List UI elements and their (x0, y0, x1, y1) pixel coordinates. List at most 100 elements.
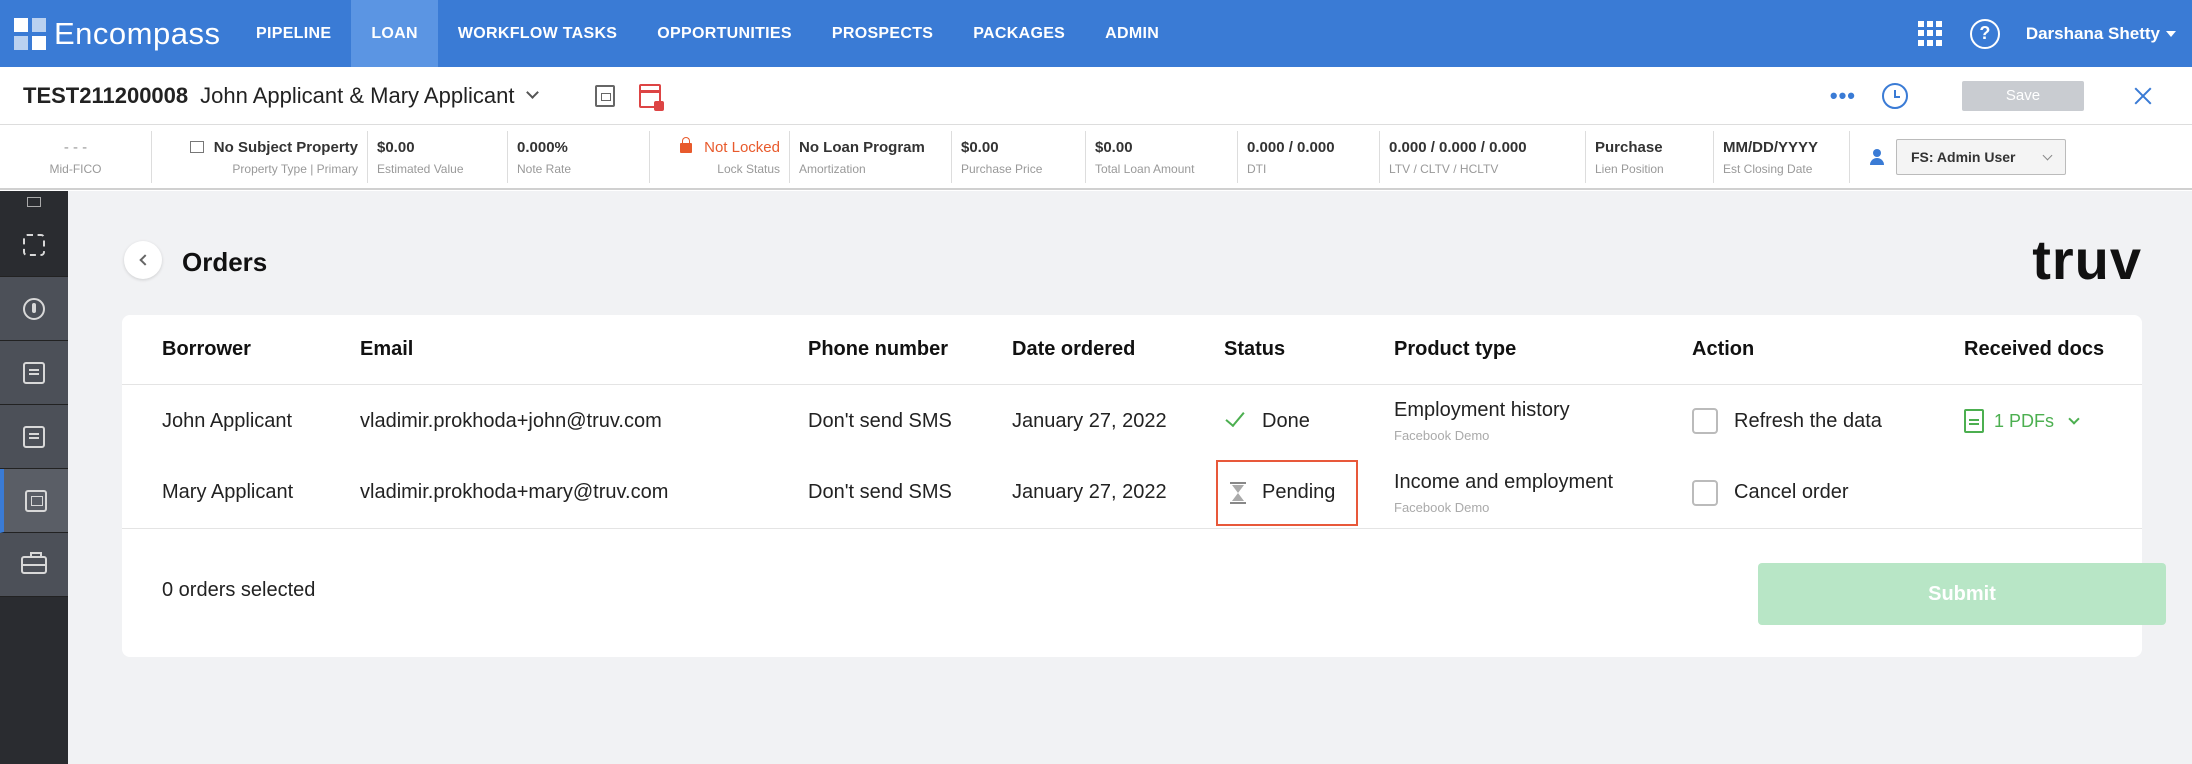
product-cell: Employment history Facebook Demo (1394, 399, 1570, 443)
checkmark-icon (1225, 406, 1245, 428)
page-title: Orders (182, 247, 268, 277)
received-docs-dropdown[interactable]: 1 PDFs (1964, 385, 2080, 457)
back-button[interactable] (124, 241, 162, 279)
alert-document-icon[interactable] (639, 83, 665, 111)
col-phone: Phone number (808, 338, 949, 360)
status-pending: Pending (1216, 457, 1358, 528)
email-cell: vladimir.prokhoda+mary@truv.com (360, 481, 669, 503)
close-icon[interactable] (2134, 87, 2152, 105)
nav-workflow-tasks[interactable]: WORKFLOW TASKS (438, 0, 637, 67)
selected-count: 0 orders selected (162, 579, 316, 601)
nav-packages[interactable]: PACKAGES (953, 0, 1085, 67)
note-rate: 0.000% Note Rate (508, 131, 650, 183)
persona-select[interactable]: FS: Admin User (1896, 139, 2066, 175)
product-cell: Income and employment Facebook Demo (1394, 470, 1614, 515)
loan-summary-strip: - - - Mid-FICO No Subject Property Prope… (0, 126, 2192, 190)
col-status: Status (1224, 338, 1286, 360)
submit-button[interactable]: Submit (1758, 563, 2166, 625)
pdf-file-icon (1964, 409, 1984, 433)
borrower-cell: Mary Applicant (162, 481, 294, 503)
pending-highlight: Pending (1216, 459, 1358, 526)
col-borrower: Borrower (162, 338, 251, 360)
nav-loan[interactable]: LOAN (351, 0, 438, 67)
forms-icon (23, 361, 45, 384)
save-button[interactable]: Save (1962, 80, 2084, 111)
encompass-logo-icon (14, 17, 46, 50)
hourglass-icon (1230, 481, 1246, 504)
cancel-checkbox[interactable] (1692, 479, 1718, 506)
chevron-down-icon (2042, 150, 2053, 160)
rail-business[interactable] (0, 533, 68, 597)
borrower-names[interactable]: John Applicant & Mary Applicant (200, 83, 514, 109)
refresh-checkbox[interactable] (1692, 408, 1718, 434)
table-row: John Applicant vladimir.prokhoda+john@tr… (122, 385, 2142, 457)
caret-down-icon (2166, 30, 2176, 37)
table-header: Borrower Email Phone number Date ordered… (122, 315, 2142, 385)
rail-forms[interactable] (0, 341, 68, 405)
swap-icon (23, 233, 45, 256)
rail-documents[interactable] (0, 405, 68, 469)
user-menu[interactable]: Darshana Shetty (2026, 24, 2176, 44)
top-nav: Encompass PIPELINE LOAN WORKFLOW TASKS O… (0, 0, 2192, 67)
more-options-icon[interactable]: ••• (1830, 83, 1856, 109)
loan-header: TEST211200008 John Applicant & Mary Appl… (0, 67, 2192, 125)
lock-icon (680, 136, 693, 153)
brand-name: Encompass (54, 15, 221, 51)
monitor-icon (25, 489, 47, 512)
document-icon[interactable] (595, 84, 616, 107)
col-action: Action (1692, 338, 1755, 360)
rail-services[interactable] (0, 277, 68, 341)
brand[interactable]: Encompass (0, 0, 236, 67)
chevron-down-icon[interactable] (526, 86, 540, 99)
ltv-cltv-hcltv: 0.000 / 0.000 / 0.000 LTV / CLTV / HCLTV (1380, 131, 1586, 183)
person-icon (1870, 149, 1884, 165)
cancel-order-action[interactable]: Cancel order (1692, 457, 1849, 528)
briefcase-icon (21, 551, 47, 574)
refresh-data-action[interactable]: Refresh the data (1692, 385, 1882, 457)
total-loan-amount: $0.00 Total Loan Amount (1086, 131, 1238, 183)
panel-toggle-icon (27, 197, 41, 207)
collapse-rail[interactable] (0, 191, 68, 213)
nav-prospects[interactable]: PROSPECTS (812, 0, 953, 67)
borrower-cell: John Applicant (162, 409, 293, 432)
rail-swap[interactable] (0, 213, 68, 277)
nav-opportunities[interactable]: OPPORTUNITIES (637, 0, 812, 67)
nav-pipeline[interactable]: PIPELINE (236, 0, 351, 67)
purchase-price: $0.00 Purchase Price (952, 131, 1086, 183)
est-closing-date: MM/DD/YYYY Est Closing Date (1714, 131, 1850, 183)
truv-logo: truv (2032, 228, 2142, 291)
services-icon (23, 297, 45, 320)
phone-cell: Don't send SMS (808, 409, 952, 432)
lien-position: Purchase Lien Position (1586, 131, 1714, 183)
history-clock-icon[interactable] (1882, 82, 1908, 109)
col-product: Product type (1394, 338, 1517, 360)
rail-ordering[interactable] (0, 469, 68, 533)
orders-table-card: Borrower Email Phone number Date ordered… (122, 315, 2166, 657)
app-grid-icon[interactable] (1917, 20, 1944, 47)
dti: 0.000 / 0.000 DTI (1238, 131, 1380, 183)
date-cell: January 27, 2022 (1012, 409, 1167, 432)
date-cell: January 27, 2022 (1012, 481, 1167, 503)
col-date: Date ordered (1012, 338, 1136, 360)
chevron-left-icon (139, 254, 151, 266)
subject-property[interactable]: No Subject Property Property Type | Prim… (152, 131, 368, 183)
status-done: Done (1224, 385, 1310, 457)
help-icon[interactable]: ? (1969, 18, 2000, 49)
phone-cell: Don't send SMS (808, 481, 952, 503)
estimated-value: $0.00 Estimated Value (368, 131, 508, 183)
col-email: Email (360, 338, 414, 360)
user-name: Darshana Shetty (2025, 23, 2160, 43)
chevron-down-icon (2068, 412, 2080, 425)
amortization: No Loan Program Amortization (790, 131, 952, 183)
mid-fico: - - - Mid-FICO (0, 131, 152, 183)
email-cell: vladimir.prokhoda+john@truv.com (360, 409, 662, 432)
documents-icon (23, 425, 45, 448)
nav-admin[interactable]: ADMIN (1085, 0, 1179, 67)
table-row: Mary Applicant vladimir.prokhoda+mary@tr… (122, 457, 2142, 529)
house-icon (189, 140, 204, 153)
col-docs: Received docs (1964, 338, 2105, 360)
lock-status[interactable]: Not Locked Lock Status (650, 131, 790, 183)
loan-number: TEST211200008 (23, 82, 189, 108)
left-rail (0, 191, 68, 764)
orders-panel: Orders truv Borrower Email Phone number … (68, 191, 2192, 764)
